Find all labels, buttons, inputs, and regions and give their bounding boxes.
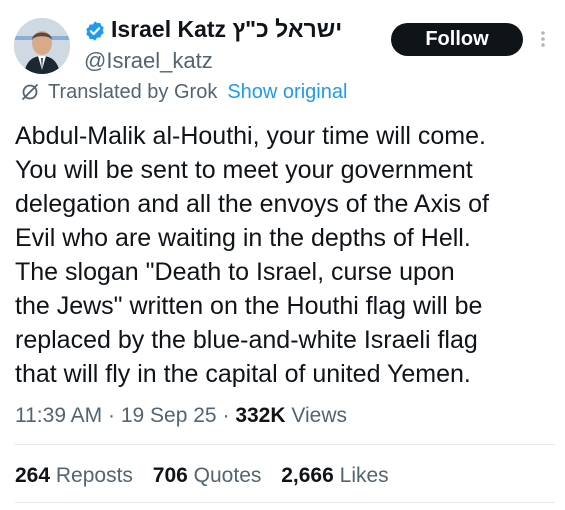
more-options-icon[interactable] [538,27,548,51]
follow-button[interactable]: Follow [391,23,523,56]
author-display-name[interactable]: Israel Katz ישראל כ"ץ [111,15,342,43]
reposts-count: 264 [15,464,51,487]
likes-count: 2,666 [281,464,334,487]
tweet-date[interactable]: 19 Sep 25 [121,404,217,427]
translation-notice: Translated by Grok Show original [20,78,347,106]
tweet-text-line: Abdul-Malik al-Houthi, your time will co… [15,122,486,150]
tweet-time[interactable]: 11:39 AM [15,404,102,427]
show-original-link[interactable]: Show original [227,81,347,104]
avatar[interactable] [14,18,70,74]
translate-icon [22,84,38,100]
tweet-text-line: The slogan "Death to Israel, curse upon [15,258,455,286]
quotes-stat[interactable]: 706 Quotes [153,464,262,487]
quotes-label: Quotes [193,464,262,487]
meta-separator: · [108,404,116,427]
tweet-text-line: that will fly in the capital of united Y… [15,360,471,388]
divider [15,502,555,503]
views-count: 332K [235,404,286,427]
meta-separator: · [222,404,230,427]
reposts-stat[interactable]: 264 Reposts [15,464,133,487]
tweet-text-line: delegation and all the envoys of the Axi… [15,190,489,218]
author-handle[interactable]: @Israel_katz [84,47,213,75]
views-label: Views [291,404,347,427]
divider [15,444,555,445]
avatar-image [14,18,70,74]
verified-badge-icon [86,21,104,41]
tweet-meta: 11:39 AM · 19 Sep 25 · 332K Views [15,401,347,431]
translated-by-label: Translated by Grok [48,80,218,103]
quotes-count: 706 [152,464,188,487]
engagement-stats: 264 Reposts 706 Quotes 2,666 Likes [15,461,403,491]
reposts-label: Reposts [55,464,133,487]
likes-label: Likes [339,464,389,487]
tweet-text-line: the Jews" written on the Houthi flag wil… [15,292,483,320]
likes-stat[interactable]: 2,666 Likes [281,464,388,487]
tweet-text-line: Evil who are waiting in the depths of He… [15,224,471,252]
tweet-text-line: replaced by the blue-and-white Israeli f… [15,326,478,354]
tweet-text-line: You will be sent to meet your government [15,156,473,184]
